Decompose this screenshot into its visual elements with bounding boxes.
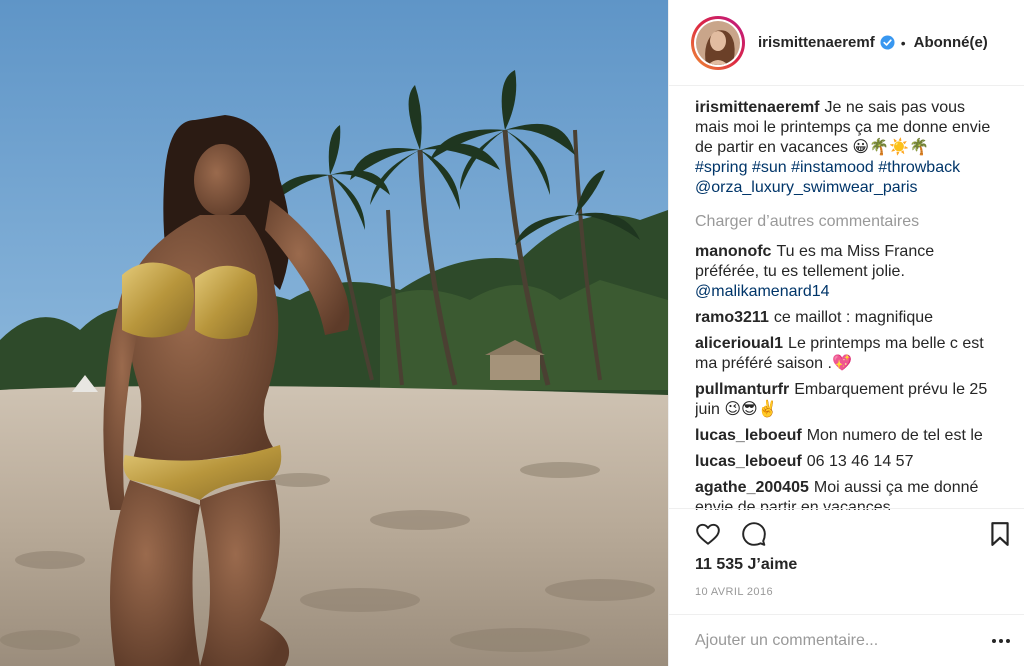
comment-item: agathe_200405 Moi aussi ça me donné envie…	[695, 478, 1001, 510]
post-header: irismittenaeremf • Abonné(e)	[669, 0, 1024, 86]
hashtag-link[interactable]: #instamood	[791, 159, 874, 176]
beach-photo	[0, 0, 668, 666]
comment-username[interactable]: pullmanturfr	[695, 381, 789, 398]
follow-button[interactable]: Abonné(e)	[914, 34, 988, 51]
comment-username[interactable]: manonofc	[695, 243, 771, 260]
hashtag-link[interactable]: #throwback	[878, 159, 960, 176]
post-photo[interactable]	[0, 0, 668, 666]
comment-username[interactable]: alicerioual1	[695, 335, 783, 352]
comment-username[interactable]: lucas_leboeuf	[695, 453, 802, 470]
comment-input[interactable]	[695, 629, 965, 653]
header-username[interactable]: irismittenaeremf	[758, 34, 875, 51]
avatar[interactable]	[696, 20, 740, 65]
comment-text: ce maillot : magnifique	[773, 309, 934, 326]
avatar-image	[696, 20, 740, 65]
comments-list[interactable]: irismittenaeremf Je ne sais pas vous mais…	[695, 98, 1001, 510]
more-options-icon[interactable]	[991, 631, 1011, 651]
comment-item: ramo3211 ce maillot : magnifique	[695, 308, 1001, 328]
comment-item: alicerioual1 Le printemps ma belle c est …	[695, 334, 1001, 374]
comment-text: 06 13 46 14 57	[806, 453, 914, 470]
hashtag-link[interactable]: #sun	[752, 159, 787, 176]
load-more-comments-button[interactable]: Charger d’autres commentaires	[695, 212, 1001, 232]
mention-link[interactable]: @orza_luxury_swimwear_paris	[695, 179, 918, 196]
header-separator: •	[900, 34, 906, 51]
comment-username[interactable]: lucas_leboeuf	[695, 427, 802, 444]
mention-link[interactable]: @malikamenard14	[695, 283, 830, 300]
action-bar	[669, 508, 1024, 556]
comment-text: Mon numero de tel est le	[806, 427, 983, 444]
post-date: 10 AVRIL 2016	[695, 586, 773, 598]
comment-icon[interactable]	[741, 521, 767, 547]
caption: irismittenaeremf Je ne sais pas vous mais…	[695, 98, 1001, 198]
bookmark-icon[interactable]	[989, 521, 1011, 547]
comment-username[interactable]: agathe_200405	[695, 479, 809, 496]
comment-item: lucas_leboeuf 06 13 46 14 57	[695, 452, 1001, 472]
verified-badge-icon	[880, 35, 895, 50]
story-ring[interactable]	[691, 15, 745, 70]
add-comment-section	[669, 614, 1024, 666]
hashtag-link[interactable]: #spring	[695, 159, 747, 176]
caption-username[interactable]: irismittenaeremf	[695, 99, 820, 116]
comment-username[interactable]: ramo3211	[695, 309, 769, 326]
heart-icon[interactable]	[695, 521, 721, 547]
likes-count[interactable]: 11 535 J’aime	[695, 556, 797, 574]
comment-item: lucas_leboeuf Mon numero de tel est le	[695, 426, 1001, 446]
comment-item: pullmanturfr Embarquement prévu le 25 jui…	[695, 380, 1001, 420]
comment-item: manonofc Tu es ma Miss France préférée, t…	[695, 242, 1001, 302]
post-side-panel: irismittenaeremf • Abonné(e) irismittena…	[668, 0, 1024, 666]
